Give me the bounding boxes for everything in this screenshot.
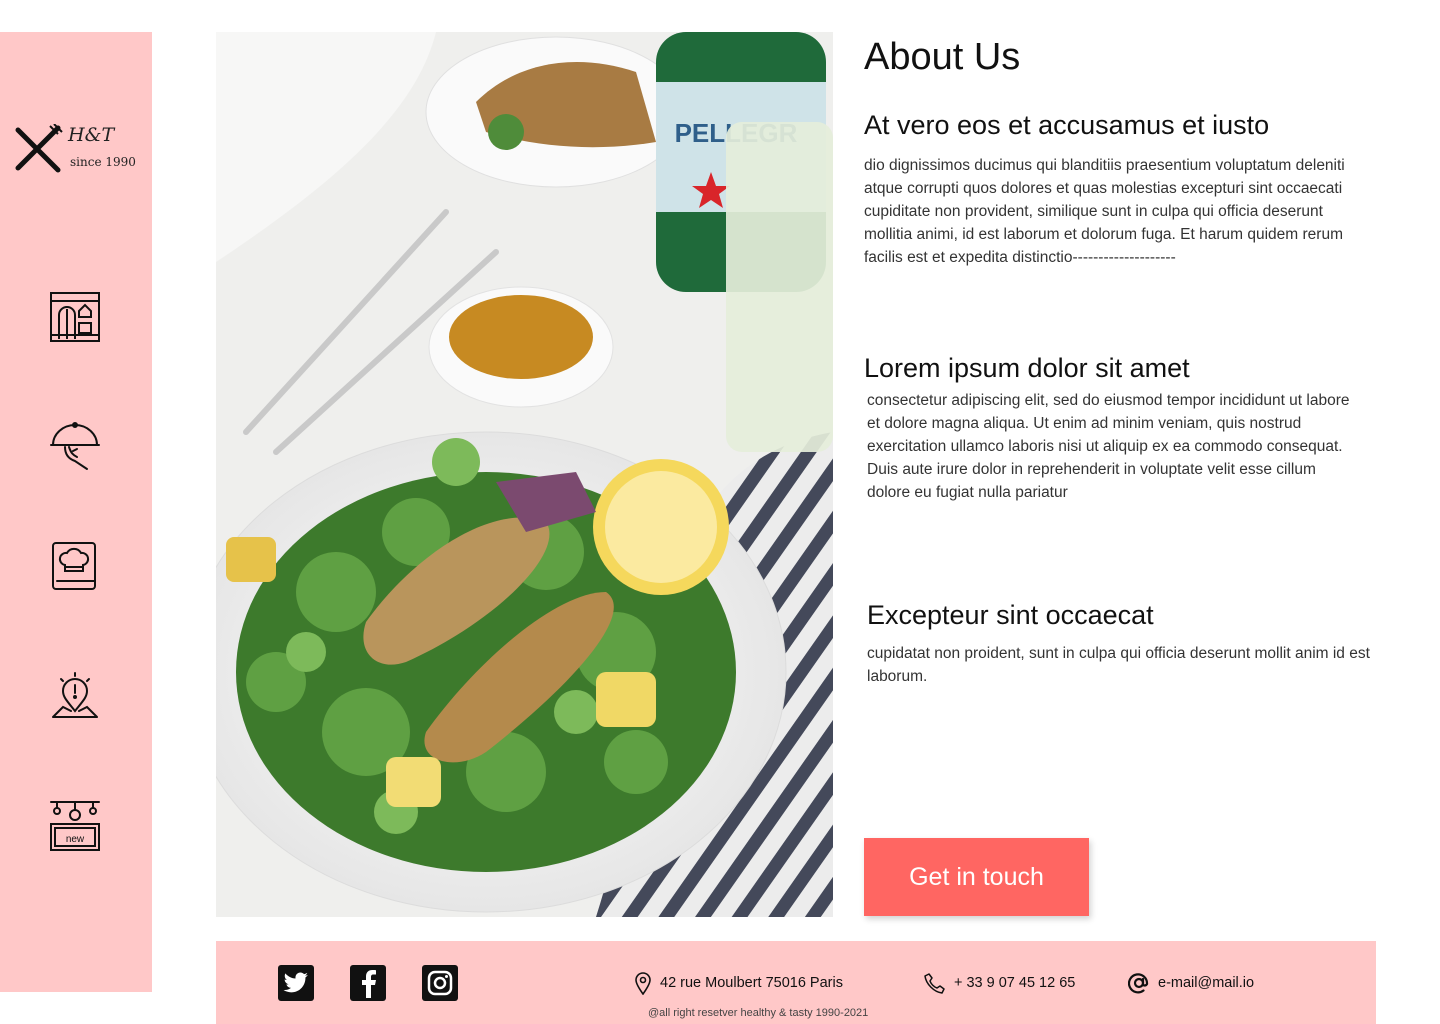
section-text-1: dio dignissimos ducimus qui blanditiis p… — [864, 157, 1345, 266]
email-text[interactable]: e-mail@mail.io — [1158, 975, 1254, 991]
section-text-2: consectetur adipiscing elit, sed do eius… — [867, 392, 1350, 501]
sidebar-item-new-dishes[interactable]: new — [48, 800, 102, 854]
new-dishes-sign-icon: new — [50, 801, 100, 851]
location-pin-icon — [635, 972, 651, 995]
page-title: About Us — [864, 36, 1021, 78]
location-map-alert-icon — [52, 672, 98, 718]
phone-info: + 33 9 07 45 12 65 — [924, 972, 1075, 994]
twitter-icon — [283, 972, 308, 993]
address-text: 42 rue Moulbert 75016 Paris — [660, 975, 843, 991]
sidebar: H&T since 1990 new — [0, 32, 152, 992]
email-info: e-mail@mail.io — [1128, 972, 1254, 994]
brand-logo[interactable]: H&T since 1990 — [14, 124, 144, 184]
facebook-link[interactable] — [350, 965, 386, 1001]
salad-photo-illustration: PELLEGR — [216, 32, 833, 917]
address-info: 42 rue Moulbert 75016 Paris — [634, 971, 843, 995]
food-photo: PELLEGR — [216, 32, 833, 917]
footer: 42 rue Moulbert 75016 Paris + 33 9 07 45… — [216, 941, 1376, 1024]
fork-knife-icon — [15, 124, 63, 173]
svg-text:new: new — [66, 834, 85, 845]
instagram-icon — [427, 970, 453, 996]
section-heading-1: At vero eos et accusamus et iusto — [864, 110, 1270, 140]
twitter-link[interactable] — [278, 965, 314, 1001]
get-in-touch-button[interactable]: Get in touch — [864, 838, 1089, 916]
at-sign-icon — [1128, 973, 1149, 994]
section-heading-2: Lorem ipsum dolor sit amet — [864, 353, 1190, 383]
section-heading-3: Excepteur sint occaecat — [867, 600, 1154, 630]
restaurant-storefront-icon — [50, 292, 100, 342]
copyright-text: @all right resetver healthy & tasty 1990… — [648, 1007, 869, 1019]
phone-text[interactable]: + 33 9 07 45 12 65 — [954, 975, 1075, 991]
facebook-icon — [362, 970, 376, 998]
section-text-3: cupidatat non proident, sunt in culpa qu… — [867, 645, 1370, 685]
phone-icon — [924, 973, 945, 994]
sidebar-item-restaurant[interactable] — [48, 290, 102, 344]
instagram-link[interactable] — [422, 965, 458, 1001]
sidebar-item-recipes[interactable] — [48, 540, 102, 594]
chef-recipe-book-icon — [52, 542, 96, 590]
sidebar-item-delivery[interactable] — [48, 420, 102, 474]
sidebar-item-locations[interactable] — [48, 670, 102, 724]
brand-since: since 1990 — [70, 155, 136, 169]
food-delivery-cloche-icon — [50, 422, 100, 470]
brand-name: H&T — [68, 124, 115, 146]
